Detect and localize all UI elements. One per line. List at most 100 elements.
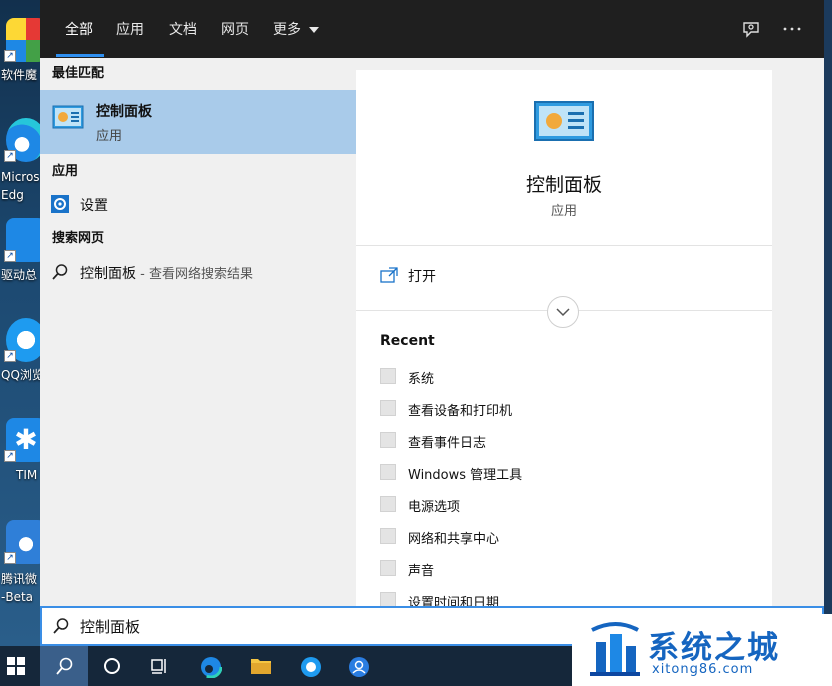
best-match-name: 控制面板 (96, 104, 152, 120)
taskbar-qq-browser[interactable] (286, 646, 334, 686)
search-filter-bar: 全部 应用 文档 网页 更多 (40, 0, 824, 58)
result-web-search[interactable]: 控制面板 - 查看网络搜索结果 (40, 255, 384, 289)
desktop-icon-label: TIM (16, 468, 38, 482)
recent-item-icon (380, 592, 396, 606)
chevron-down-icon (309, 27, 320, 33)
recent-item[interactable]: 电源选项 (380, 494, 760, 518)
shortcut-arrow-icon: ↗ (4, 150, 16, 162)
open-icon (380, 267, 398, 283)
recent-item[interactable]: 系统 (380, 366, 760, 390)
search-icon (53, 618, 69, 634)
web-sublabel: - 查看网络搜索结果 (136, 267, 253, 282)
result-settings-label: 设置 (80, 198, 108, 214)
desktop-icon-label: QQ浏览 (1, 368, 40, 382)
taskbar-contact[interactable] (334, 646, 382, 686)
taskbar-edge[interactable] (186, 646, 234, 686)
more-options-icon[interactable] (781, 18, 803, 40)
shortcut-arrow-icon: ↗ (4, 250, 16, 262)
desktop-icon-label: Micros Edg (1, 170, 40, 202)
result-settings[interactable]: 设置 (40, 187, 384, 221)
control-panel-icon (52, 105, 84, 129)
recent-item-icon (380, 432, 396, 448)
result-web-label: 控制面板 - 查看网络搜索结果 (80, 263, 253, 283)
tab-more[interactable]: 更多 (273, 20, 320, 40)
file-explorer-icon (251, 659, 271, 674)
results-list: 最佳匹配 控制面板 应用 应用 设置 搜索网页 控制面板 - 查看网络搜索结果 (40, 58, 384, 606)
recent-item-label: 电源选项 (408, 500, 461, 515)
desktop-icon-edge[interactable]: ↗ Micros Edg (0, 118, 40, 208)
recent-item-icon (380, 560, 396, 576)
desktop-icon-software[interactable]: ↗ 软件魔 (0, 18, 40, 108)
edge-icon (200, 656, 222, 678)
tab-more-label: 更多 (273, 22, 301, 38)
best-match-type: 应用 (96, 129, 123, 144)
preview-header: 控制面板 应用 (356, 70, 772, 246)
section-apps: 应用 (52, 164, 79, 179)
cortana-button[interactable] (88, 646, 136, 686)
tab-apps[interactable]: 应用 (116, 20, 144, 40)
recent-item-icon (380, 496, 396, 512)
recent-item[interactable]: 查看事件日志 (380, 430, 760, 454)
shortcut-arrow-icon: ↗ (4, 50, 16, 62)
task-view-icon (151, 659, 166, 674)
recent-item[interactable]: Windows 管理工具 (380, 462, 760, 486)
expand-button[interactable] (547, 296, 579, 328)
recent-item[interactable]: 声音 (380, 558, 760, 582)
qq-browser-icon (301, 657, 321, 677)
section-web: 搜索网页 (52, 231, 105, 246)
recent-item-icon (380, 368, 396, 384)
section-best-match: 最佳匹配 (52, 66, 105, 81)
start-button[interactable] (0, 646, 40, 686)
recent-item-label: 网络和共享中心 (408, 532, 500, 547)
taskbar-file-explorer[interactable] (236, 646, 284, 686)
taskbar-search-button[interactable] (40, 646, 88, 686)
recent-item-label: 设置时间和日期 (408, 596, 500, 606)
watermark-logo-icon (590, 622, 640, 676)
gear-icon (51, 195, 69, 213)
active-tab-indicator (56, 54, 104, 57)
desktop-icon-weiyun[interactable]: ↗ 腾讯微 -Beta (0, 520, 40, 610)
tab-documents[interactable]: 文档 (169, 20, 197, 40)
best-match-item[interactable]: 控制面板 应用 (40, 90, 384, 154)
desktop-icon-label: 软件魔 (1, 68, 38, 82)
recent-item[interactable]: 设置时间和日期 (380, 590, 760, 606)
search-icon (52, 264, 68, 280)
task-view-button[interactable] (136, 646, 184, 686)
watermark: 系统之城 xitong86.com (572, 614, 832, 686)
cortana-icon (104, 658, 120, 674)
recent-item-label: 查看设备和打印机 (408, 404, 513, 419)
shortcut-arrow-icon: ↗ (4, 350, 16, 362)
shortcut-arrow-icon: ↗ (4, 450, 16, 462)
recent-item-label: 系统 (408, 372, 435, 387)
desktop-icon-driver[interactable]: ↗ 驱动总 (0, 218, 40, 308)
recent-item-label: 声音 (408, 564, 435, 579)
web-query: 控制面板 (80, 266, 136, 282)
recent-item-icon (380, 464, 396, 480)
search-icon (56, 657, 73, 675)
recent-item[interactable]: 查看设备和打印机 (380, 398, 760, 422)
watermark-url: xitong86.com (652, 662, 754, 677)
contact-icon (349, 657, 369, 677)
recent-item-label: 查看事件日志 (408, 436, 487, 451)
tab-all[interactable]: 全部 (65, 20, 93, 40)
start-icon (7, 657, 25, 675)
preview-pane: 控制面板 应用 打开 Recent 系统 查看设备和打印机 查看事件日志 Win… (356, 70, 772, 606)
desktop-icon-label: 腾讯微 -Beta (1, 572, 38, 604)
preview-title: 控制面板 (525, 174, 602, 196)
watermark-title: 系统之城 (648, 630, 780, 666)
recent-item-icon (380, 400, 396, 416)
preview-subtitle: 应用 (550, 204, 577, 219)
feedback-icon[interactable] (740, 18, 762, 40)
recent-item-icon (380, 528, 396, 544)
desktop-icon-qq-browser[interactable]: ↗ QQ浏览 (0, 318, 40, 408)
search-input[interactable] (80, 614, 580, 638)
desktop-icon-tim[interactable]: ✱ ↗ TIM (0, 418, 40, 508)
recent-item-label: Windows 管理工具 (408, 468, 523, 483)
desktop: ↗ 软件魔 ↗ Micros Edg ↗ 驱动总 ↗ QQ浏览 ✱ ↗ TIM … (0, 0, 40, 646)
tab-web[interactable]: 网页 (221, 20, 249, 40)
chevron-down-icon (556, 308, 570, 317)
recent-title: Recent (380, 333, 435, 349)
control-panel-icon (534, 101, 594, 141)
shortcut-arrow-icon: ↗ (4, 552, 16, 564)
recent-item[interactable]: 网络和共享中心 (380, 526, 760, 550)
